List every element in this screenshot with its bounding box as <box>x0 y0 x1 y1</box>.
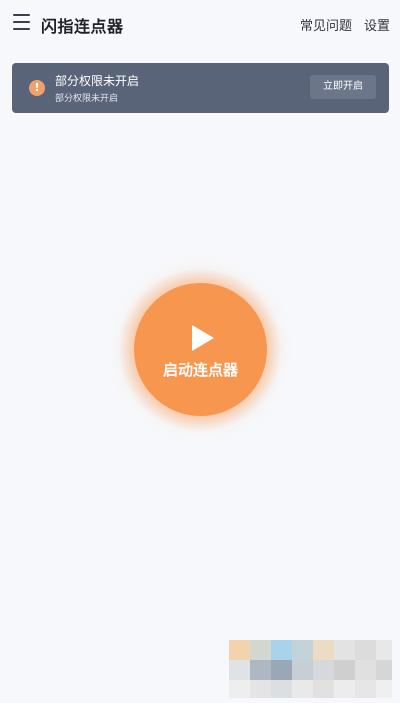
thumbnail-tile <box>376 680 392 698</box>
banner-subtitle: 部分权限未开启 <box>55 94 119 104</box>
thumbnail-tile <box>313 660 334 680</box>
start-clicker-label: 启动连点器 <box>162 361 238 379</box>
banner-title: 部分权限未开启 <box>55 74 140 88</box>
thumbnail-tile <box>355 660 376 680</box>
warning-icon: ! <box>29 80 45 96</box>
play-icon <box>192 325 214 351</box>
thumbnail-tile <box>292 660 313 680</box>
thumbnail-tile <box>376 640 392 660</box>
thumbnail-tile <box>271 640 292 660</box>
top-bar: 闪指连点器 常见问题 设置 <box>0 0 400 48</box>
app-title: 闪指连点器 <box>41 17 124 36</box>
thumbnail-tile <box>292 640 313 660</box>
thumbnail-tile <box>355 640 376 660</box>
thumbnail-tile <box>229 680 250 698</box>
blurred-thumbnail-strip <box>229 640 392 698</box>
menu-icon[interactable] <box>13 14 30 30</box>
thumbnail-tile <box>376 660 392 680</box>
permission-banner: ! 部分权限未开启 部分权限未开启 立即开启 <box>12 63 389 113</box>
thumbnail-tile <box>250 640 271 660</box>
thumbnail-tile <box>250 680 271 698</box>
thumbnail-tile <box>229 660 250 680</box>
start-clicker-button[interactable]: 启动连点器 <box>134 283 267 416</box>
thumbnail-tile <box>313 640 334 660</box>
thumbnail-tile <box>292 680 313 698</box>
thumbnail-tile <box>271 660 292 680</box>
faq-link[interactable]: 常见问题 <box>300 15 352 34</box>
thumbnail-tile <box>271 680 292 698</box>
thumbnail-tile <box>250 660 271 680</box>
enable-now-button[interactable]: 立即开启 <box>310 75 376 99</box>
thumbnail-tile <box>334 680 355 698</box>
settings-link[interactable]: 设置 <box>364 15 390 34</box>
thumbnail-tile <box>334 660 355 680</box>
thumbnail-tile <box>313 680 334 698</box>
thumbnail-tile <box>334 640 355 660</box>
thumbnail-tile <box>355 680 376 698</box>
thumbnail-tile <box>229 640 250 660</box>
